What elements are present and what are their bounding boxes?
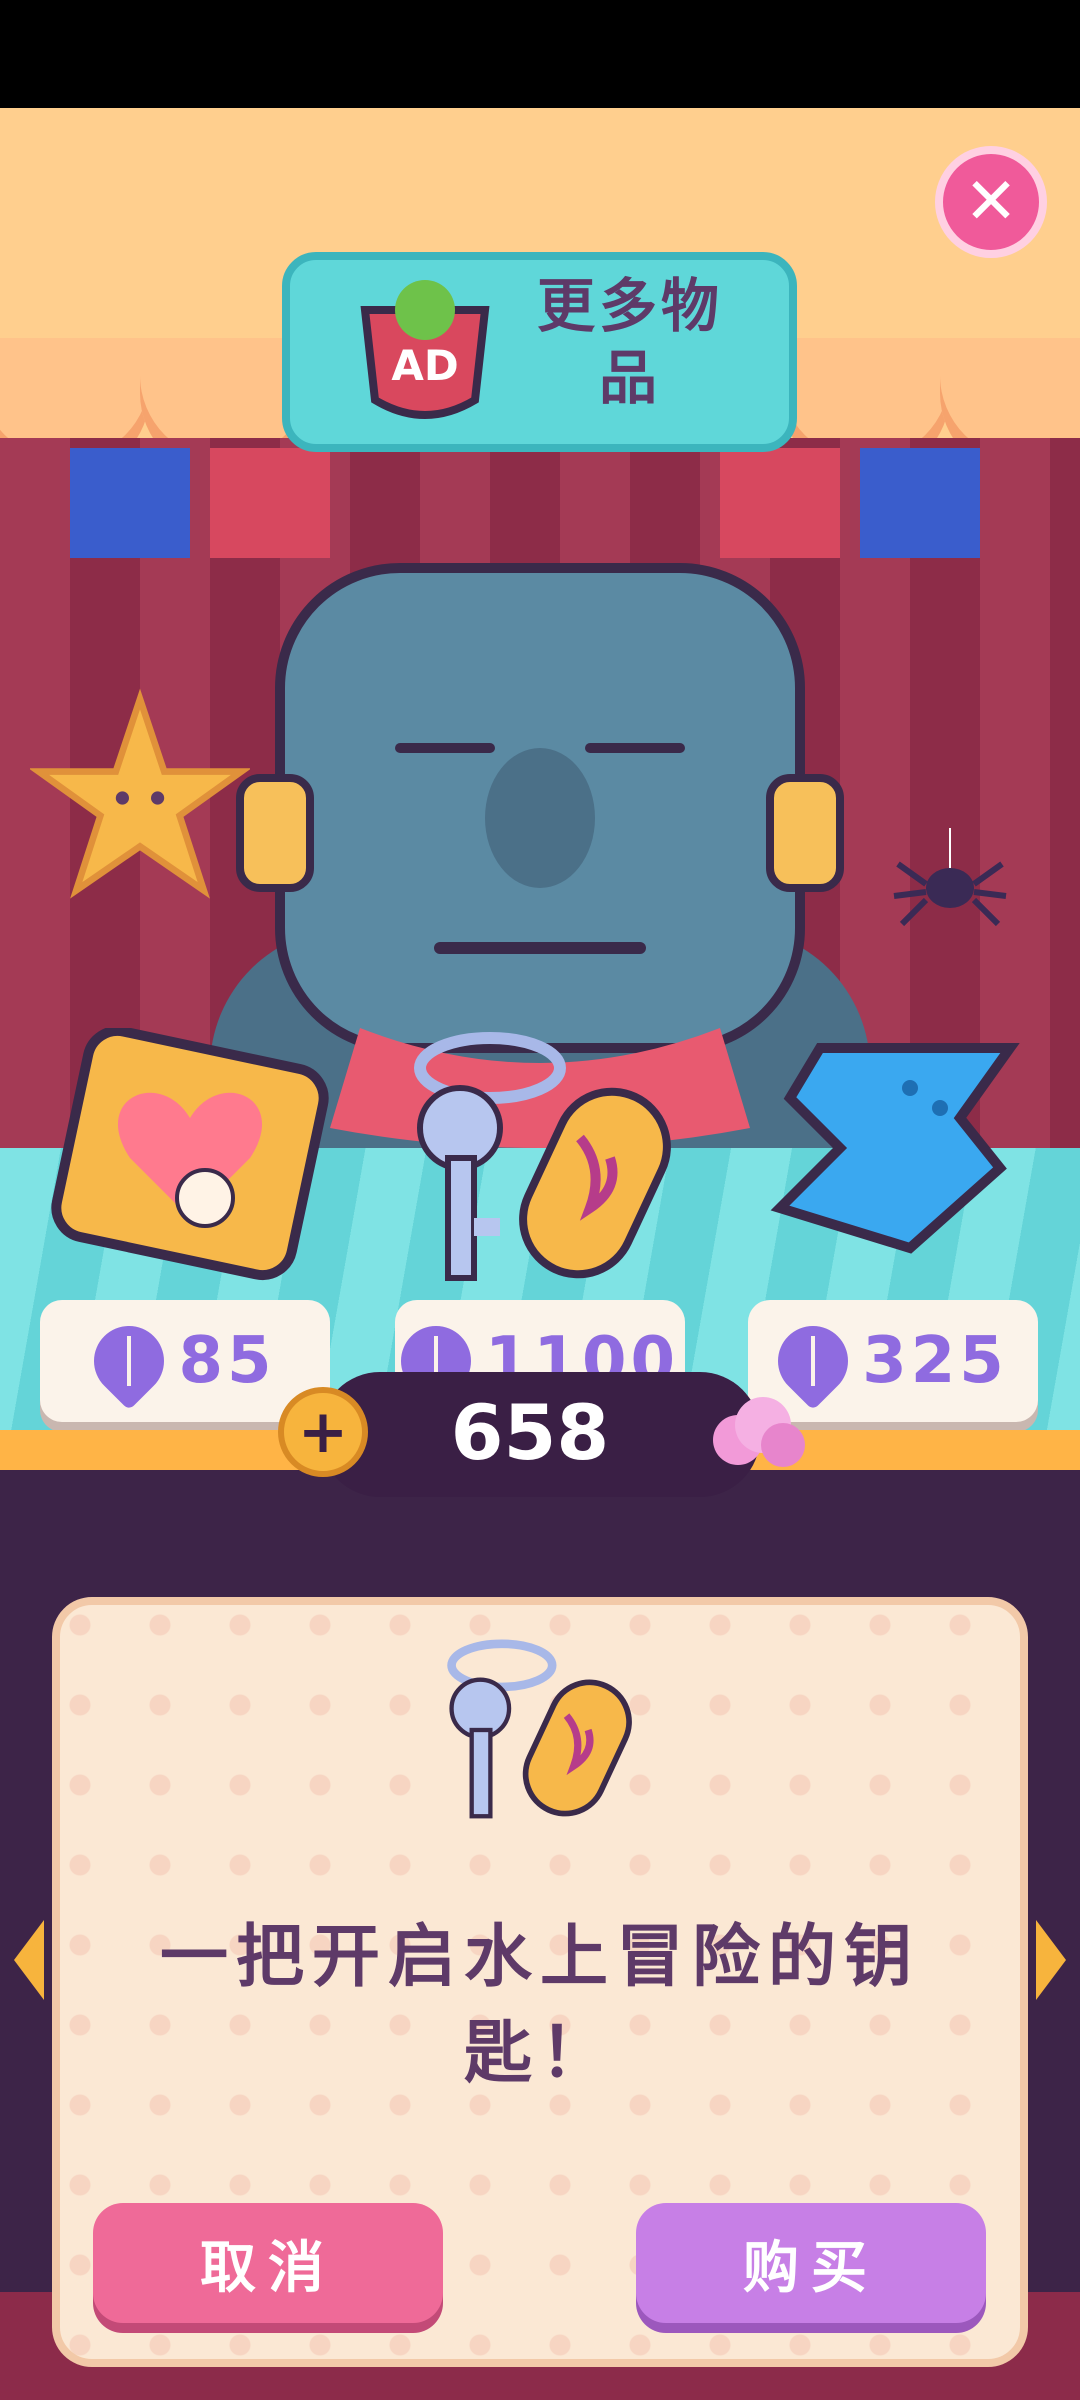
key-item[interactable] xyxy=(390,1008,710,1308)
ad-bag-icon: AD xyxy=(360,280,490,419)
add-currency-button[interactable]: + xyxy=(278,1387,368,1477)
leaf-currency-icon xyxy=(79,1311,179,1411)
currency-amount: 658 xyxy=(450,1388,610,1477)
close-icon: ✕ xyxy=(964,165,1018,239)
blue-flag-item[interactable] xyxy=(760,1028,1030,1268)
ad-badge: AD xyxy=(391,341,458,390)
bunting-flag xyxy=(70,448,190,558)
marshmallow-bag-item[interactable] xyxy=(50,1028,330,1288)
buy-button[interactable]: 购买 xyxy=(636,2203,986,2323)
pink-cloud-icon xyxy=(713,1397,805,1467)
spider-icon xyxy=(893,828,1007,927)
price-label: 325 xyxy=(862,1324,1008,1398)
item-description: 一把开启水上冒险的钥匙！ xyxy=(159,1918,920,2093)
price-label: 85 xyxy=(178,1324,276,1398)
cancel-button[interactable]: 取消 xyxy=(93,2203,443,2323)
plus-icon: + xyxy=(297,1397,349,1467)
close-button[interactable]: ✕ xyxy=(935,146,1047,258)
more-items-label: 更多物品 xyxy=(536,272,723,412)
selected-key-icon xyxy=(447,1639,632,1819)
